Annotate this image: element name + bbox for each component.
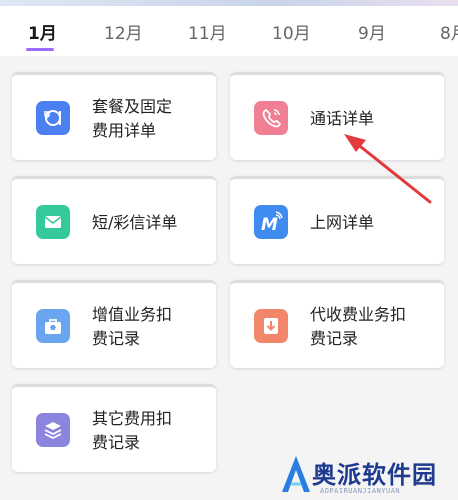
internet-detail-label: 上网详单 — [310, 211, 430, 235]
sms-detail-label: 短/彩信详单 — [92, 211, 202, 235]
watermark-text: 奥派软件园 — [312, 461, 437, 489]
tab-oct[interactable]: 10月 — [272, 19, 311, 44]
label-line-1: 其它费用扣 — [92, 409, 173, 428]
call-detail-label: 通话详单 — [310, 107, 430, 131]
month-tab-bar: 1月 12月 11月 10月 9月 8月 — [0, 6, 458, 56]
label-line-1: 短/彩信详单 — [92, 213, 178, 232]
briefcase-icon — [36, 309, 70, 343]
download-icon — [254, 309, 288, 343]
tab-jan[interactable]: 1月 — [28, 19, 57, 44]
collection-fees-label: 代收费业务扣 费记录 — [310, 303, 430, 351]
package-fees-label: 套餐及固定 费用详单 — [92, 95, 202, 143]
label-line-1: 套餐及固定 — [92, 97, 173, 116]
watermark-subtext: AOPAIRUANJIANYUAN — [320, 487, 401, 495]
other-fees-label: 其它费用扣 费记录 — [92, 407, 202, 455]
label-line-2: 费记录 — [92, 433, 141, 452]
tab-aug[interactable]: 8月 — [440, 19, 458, 44]
label-line-1: 代收费业务扣 — [310, 305, 407, 324]
active-tab-indicator — [26, 48, 54, 51]
logo-icon — [282, 456, 310, 492]
internet-detail-card[interactable]: M 上网详单 — [230, 176, 444, 264]
sms-detail-card[interactable]: 短/彩信详单 — [12, 176, 216, 264]
label-line-2: 费记录 — [92, 329, 141, 348]
tab-nov[interactable]: 11月 — [188, 19, 227, 44]
phone-icon — [254, 101, 288, 135]
tab-sep[interactable]: 9月 — [358, 19, 386, 44]
collection-fees-card[interactable]: 代收费业务扣 费记录 — [230, 280, 444, 368]
envelope-icon — [36, 205, 70, 239]
internet-m-icon: M — [254, 205, 288, 239]
label-line-2: 费用详单 — [92, 121, 157, 140]
svg-text:M: M — [261, 215, 278, 233]
site-watermark: 奥派软件园 AOPAIRUANJIANYUAN — [280, 452, 455, 498]
call-detail-card[interactable]: 通话详单 — [230, 72, 444, 160]
value-added-fees-label: 增值业务扣 费记录 — [92, 303, 202, 351]
tab-dec[interactable]: 12月 — [104, 19, 143, 44]
other-fees-card[interactable]: 其它费用扣 费记录 — [12, 384, 216, 472]
layers-icon — [36, 413, 70, 447]
label-line-1: 通话详单 — [310, 109, 375, 128]
label-line-2: 费记录 — [310, 329, 359, 348]
utensils-icon — [36, 101, 70, 135]
label-line-1: 增值业务扣 — [92, 305, 173, 324]
value-added-fees-card[interactable]: 增值业务扣 费记录 — [12, 280, 216, 368]
package-fees-detail-card[interactable]: 套餐及固定 费用详单 — [12, 72, 216, 160]
label-line-1: 上网详单 — [310, 213, 375, 232]
